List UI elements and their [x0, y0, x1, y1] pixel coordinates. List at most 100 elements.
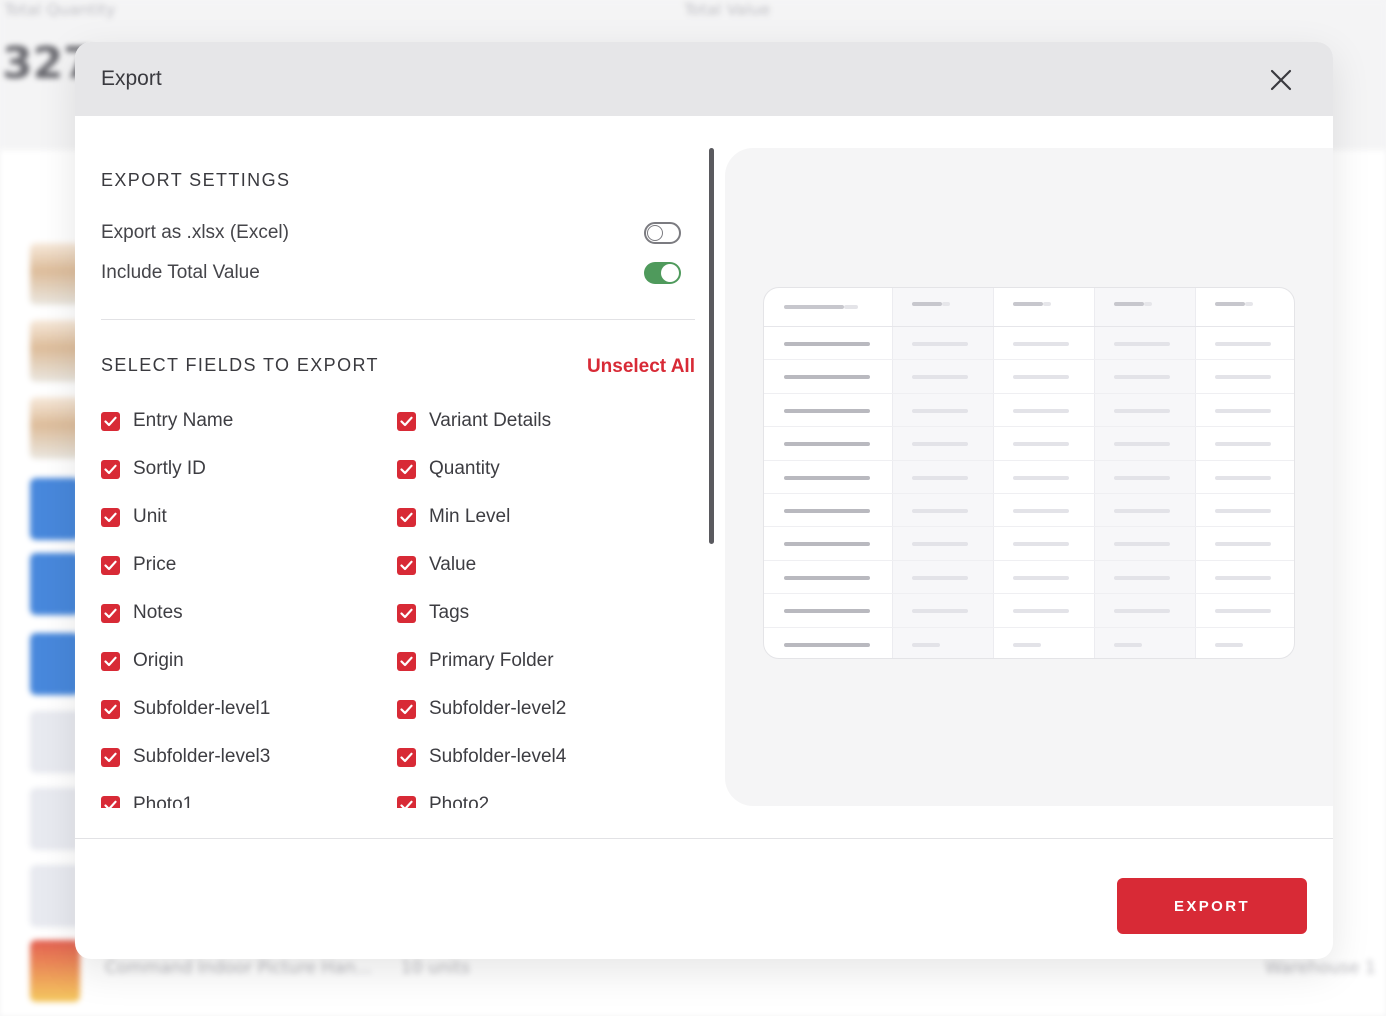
field-checkbox[interactable] [397, 555, 416, 575]
preview-header-bar [1114, 302, 1144, 306]
checkmark-icon [400, 416, 413, 426]
field-label: Subfolder-level3 [133, 746, 271, 767]
preview-row-separator [764, 426, 1294, 428]
preview-header-bar [1245, 302, 1253, 306]
preview-cell-bar [784, 642, 870, 647]
preview-cell-bar [1215, 408, 1271, 413]
preview-cell-bar [1013, 542, 1069, 547]
field-label: Primary Folder [429, 650, 554, 671]
preview-cell-bar [1215, 375, 1271, 380]
field-option[interactable]: Tags [397, 600, 469, 626]
field-label: Value [429, 554, 477, 575]
field-checkbox[interactable] [397, 747, 416, 767]
preview-cell-bar [1114, 509, 1170, 513]
preview-cell-bar [1114, 442, 1170, 447]
checkmark-icon [104, 608, 117, 618]
include-total-value-toggle[interactable] [644, 262, 681, 284]
field-option[interactable]: Min Level [397, 504, 510, 530]
field-option[interactable]: Photo1 [101, 792, 193, 808]
checkmark-icon [104, 800, 117, 808]
field-label: Price [133, 554, 177, 575]
preview-cell-bar [912, 342, 968, 346]
field-option[interactable]: Primary Folder [397, 648, 554, 674]
checkmark-icon [104, 512, 117, 522]
preview-row-separator [764, 493, 1294, 494]
preview-cell-bar [1215, 642, 1243, 647]
preview-cell-bar [1114, 642, 1142, 647]
preview-cell-bar [1013, 375, 1069, 380]
settings-pane[interactable]: EXPORT SETTINGS Export as .xlsx (Excel) … [101, 148, 695, 808]
preview-header-bar [844, 305, 858, 309]
field-checkbox[interactable] [101, 603, 120, 623]
preview-cell-bar [1114, 542, 1170, 547]
preview-cell-bar [912, 542, 968, 547]
preview-cell-bar [784, 342, 870, 346]
field-option[interactable]: Subfolder-level3 [101, 744, 270, 770]
preview-cell-bar [1215, 575, 1271, 580]
preview-header-bar [1013, 302, 1043, 306]
preview-cell-bar [912, 642, 940, 647]
field-checkbox[interactable] [101, 651, 120, 671]
preview-cell-bar [784, 609, 870, 614]
field-checkbox[interactable] [397, 507, 416, 527]
checkmark-icon [104, 752, 117, 762]
close-button[interactable] [1269, 68, 1293, 92]
field-checkbox[interactable] [101, 747, 120, 767]
preview-cell-bar [912, 408, 968, 413]
field-checkbox[interactable] [101, 555, 120, 575]
field-checkbox[interactable] [101, 507, 120, 527]
checkmark-icon [104, 704, 117, 714]
checkmark-icon [400, 656, 413, 666]
preview-cell-bar [912, 442, 968, 447]
preview-cell-bar [784, 408, 870, 413]
field-checkbox[interactable] [397, 699, 416, 719]
field-checkbox[interactable] [397, 603, 416, 623]
preview-cell-bar [912, 375, 968, 380]
field-option[interactable]: Origin [101, 648, 184, 674]
field-option[interactable]: Subfolder-level1 [101, 696, 270, 722]
checkmark-icon [104, 464, 117, 474]
field-option[interactable]: Entry Name [101, 408, 233, 434]
preview-cell-bar [784, 475, 870, 480]
field-option[interactable]: Subfolder-level4 [397, 744, 566, 770]
field-option[interactable]: Price [101, 552, 176, 578]
field-checkbox[interactable] [101, 699, 120, 719]
field-option[interactable]: Unit [101, 504, 167, 530]
preview-cell-bar [1013, 475, 1069, 480]
preview-cell-bar [1114, 475, 1170, 480]
field-option[interactable]: Sortly ID [101, 456, 206, 482]
field-checkbox[interactable] [101, 459, 120, 479]
field-label: Sortly ID [133, 458, 206, 479]
preview-row-separator [764, 559, 1294, 561]
field-label: Origin [133, 650, 184, 671]
field-option[interactable]: Value [397, 552, 476, 578]
preview-cell-bar [1114, 342, 1170, 346]
field-option[interactable]: Quantity [397, 456, 500, 482]
checkmark-icon [400, 752, 413, 762]
field-label: Quantity [429, 458, 500, 479]
field-checkbox[interactable] [397, 795, 416, 808]
field-option[interactable]: Photo2 [397, 792, 489, 808]
field-checkbox[interactable] [397, 411, 416, 431]
export-button[interactable]: EXPORT [1117, 878, 1307, 934]
unselect-all-link[interactable]: Unselect All [587, 356, 695, 378]
preview-cell-bar [1215, 609, 1271, 614]
field-checkbox[interactable] [101, 795, 120, 808]
field-checkbox[interactable] [397, 651, 416, 671]
field-checkbox[interactable] [397, 459, 416, 479]
field-option[interactable]: Notes [101, 600, 183, 626]
preview-cell-bar [1114, 408, 1170, 413]
field-checkbox[interactable] [101, 411, 120, 431]
export-xlsx-toggle[interactable] [644, 222, 681, 244]
preview-column-separator [1195, 288, 1196, 658]
field-option[interactable]: Subfolder-level2 [397, 696, 566, 722]
checkmark-icon [400, 800, 413, 808]
preview-cell-bar [1215, 475, 1271, 480]
preview-cell-bar [912, 575, 968, 580]
select-fields-heading: SELECT FIELDS TO EXPORT [101, 355, 379, 375]
preview-header-separator [764, 326, 1294, 327]
settings-scrollbar[interactable] [709, 148, 714, 544]
preview-row-separator [764, 392, 1294, 394]
field-option[interactable]: Variant Details [397, 408, 551, 434]
preview-cell-bar [784, 442, 870, 447]
